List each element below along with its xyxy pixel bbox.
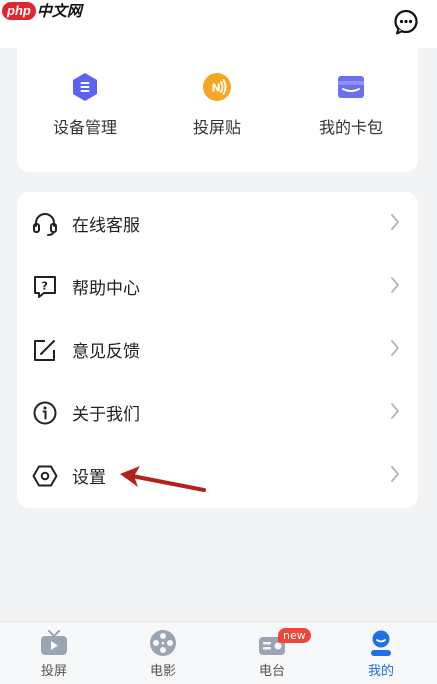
chevron-right-icon	[391, 466, 399, 482]
menu-item-label: 关于我们	[72, 405, 140, 425]
annotation-arrow-icon	[120, 466, 206, 492]
tv-icon	[41, 630, 67, 655]
headset-icon	[33, 212, 57, 236]
tab-label: 电影	[149, 664, 176, 679]
tab-movie[interactable]: 电影	[123, 628, 203, 679]
tab-mine[interactable]: 我的	[341, 628, 421, 679]
menu-item-online-service[interactable]: 在线客服	[17, 192, 418, 255]
quick-action-label: 投屏贴	[192, 118, 241, 137]
menu-item-label: 意见反馈	[72, 342, 140, 362]
tab-cast[interactable]: 投屏	[14, 628, 94, 679]
film-reel-icon	[150, 630, 176, 656]
help-icon: ?	[34, 275, 56, 298]
new-badge: new	[278, 628, 311, 643]
wallet-icon	[338, 76, 364, 98]
menu-card: 在线客服 ? 帮助中心 意见反馈 关于我们 设置	[17, 192, 418, 508]
quick-action-device-management[interactable]: 设备管理	[25, 72, 145, 138]
chevron-right-icon	[391, 340, 399, 356]
watermark-logo: php 中文网	[2, 0, 82, 21]
tab-radio[interactable]: new 电台	[232, 628, 312, 679]
quick-action-label: 设备管理	[52, 118, 117, 137]
bottom-tab-bar: 投屏 电影 new 电台 我的	[0, 621, 437, 684]
tab-label: 电台	[258, 664, 285, 679]
menu-item-label: 在线客服	[72, 216, 140, 236]
quick-action-wallet[interactable]: 我的卡包	[291, 72, 411, 138]
info-icon	[33, 401, 57, 424]
menu-item-label: 帮助中心	[72, 279, 140, 299]
menu-item-label: 设置	[72, 468, 106, 488]
chevron-right-icon	[391, 214, 399, 230]
menu-item-about-us[interactable]: 关于我们	[17, 381, 418, 444]
menu-item-settings[interactable]: 设置	[17, 444, 418, 507]
settings-hexagon-icon	[32, 465, 58, 486]
svg-text:?: ?	[42, 279, 48, 292]
nfc-icon: N	[203, 73, 231, 101]
svg-text:N: N	[212, 82, 221, 95]
feedback-edit-icon	[34, 339, 55, 361]
quick-action-cast-sticker[interactable]: N 投屏贴	[157, 72, 277, 138]
tab-label: 投屏	[40, 664, 67, 679]
quick-action-label: 我的卡包	[318, 118, 383, 137]
chevron-right-icon	[391, 403, 399, 419]
quick-actions-card: 设备管理 N 投屏贴 我的卡包	[17, 36, 418, 172]
menu-item-feedback[interactable]: 意见反馈	[17, 318, 418, 381]
tab-label: 我的	[367, 664, 394, 679]
message-icon[interactable]	[393, 9, 419, 35]
menu-item-help-center[interactable]: ? 帮助中心	[17, 255, 418, 318]
chevron-right-icon	[391, 277, 399, 293]
hexagon-list-icon	[73, 73, 97, 101]
watermark-cn: 中文网	[36, 3, 82, 20]
profile-icon	[371, 630, 391, 656]
watermark-php: php	[2, 1, 36, 20]
